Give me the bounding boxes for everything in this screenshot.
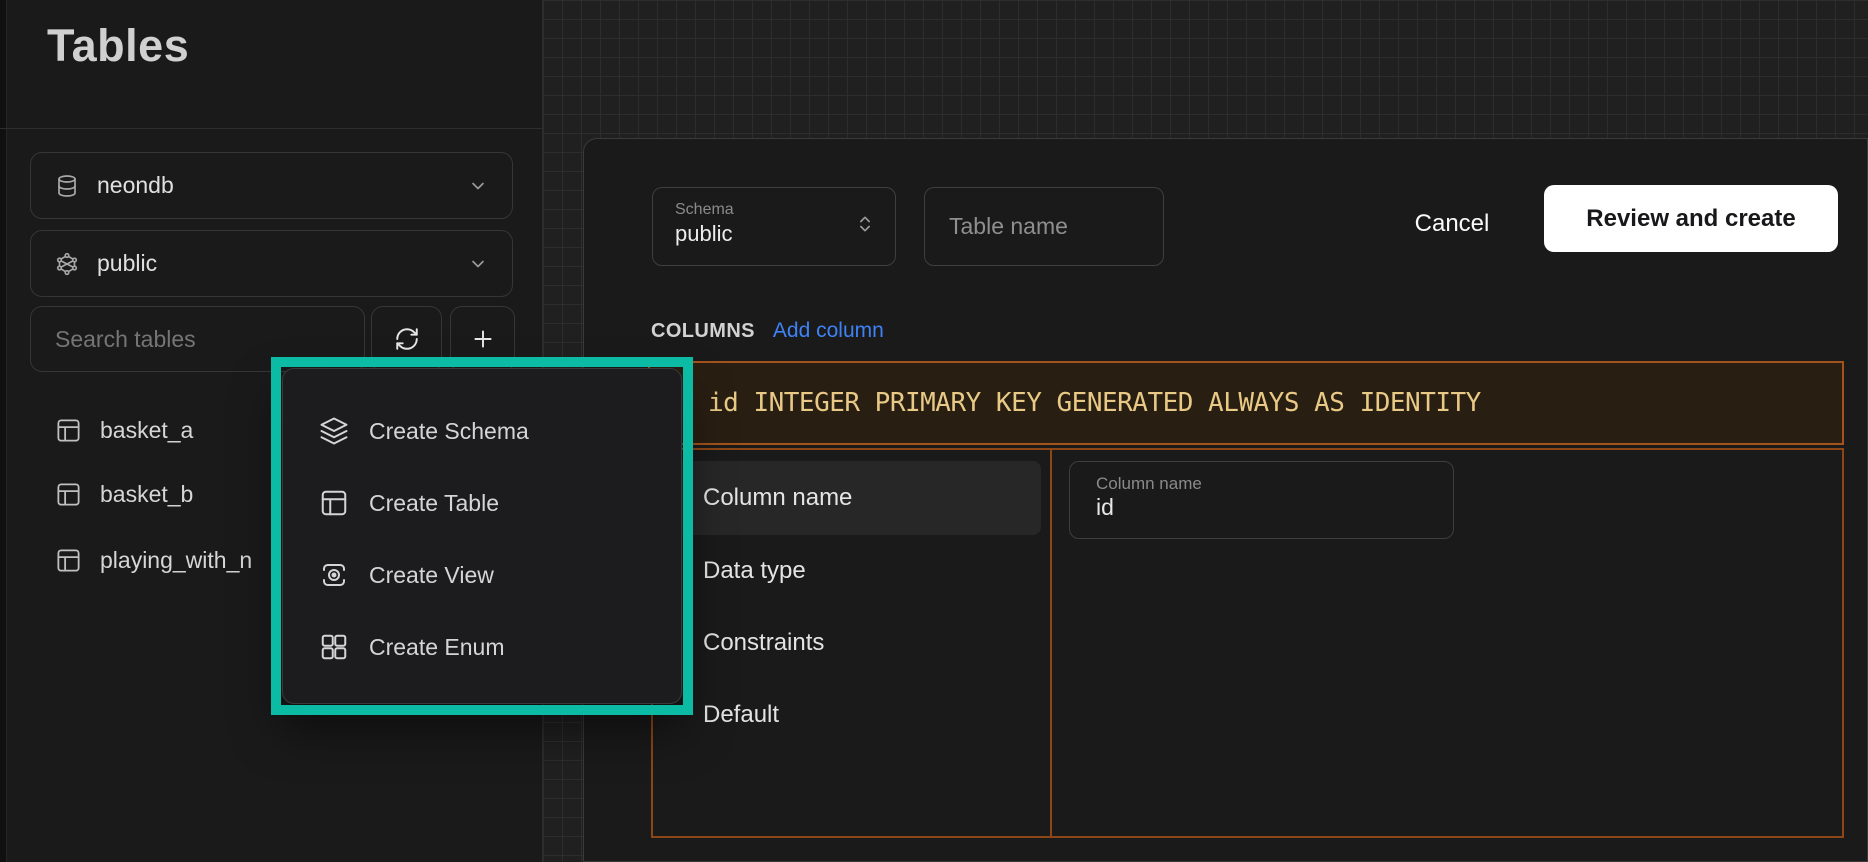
- menu-item-create-table[interactable]: Create Table: [283, 467, 681, 539]
- window-edge: [0, 0, 7, 862]
- menu-item-label: Create View: [369, 562, 494, 589]
- menu-item-create-view[interactable]: Create View: [283, 539, 681, 611]
- sidebar-divider: [0, 128, 543, 129]
- schema-field-label: Schema: [675, 200, 873, 220]
- column-editor: Column name Data type Constraints Defaul…: [651, 448, 1844, 838]
- grid-icon: [319, 632, 349, 662]
- create-menu: Create Schema Create Table Create View: [282, 368, 682, 704]
- column-editor-tabs: Column name Data type Constraints Defaul…: [653, 450, 1052, 836]
- schema-field-value: public: [675, 220, 873, 248]
- table-icon: [55, 417, 82, 444]
- chevron-down-icon: [468, 176, 488, 196]
- add-column-link[interactable]: Add column: [773, 319, 884, 343]
- menu-item-label: Create Table: [369, 490, 499, 517]
- tab-data-type[interactable]: Data type: [653, 535, 1041, 607]
- table-icon: [55, 547, 82, 574]
- app-window: Tables neondb: [0, 0, 1868, 862]
- tab-column-name[interactable]: Column name: [663, 461, 1041, 535]
- database-select[interactable]: neondb: [30, 152, 513, 219]
- layers-icon: [319, 416, 349, 446]
- menu-item-label: Create Schema: [369, 418, 529, 445]
- editor-schema-select[interactable]: Schema public: [652, 187, 896, 266]
- table-name-input[interactable]: [924, 187, 1164, 266]
- column-name-field[interactable]: Column name: [1069, 461, 1454, 539]
- cancel-button[interactable]: Cancel: [1392, 195, 1512, 253]
- table-icon: [319, 488, 349, 518]
- review-and-create-button[interactable]: Review and create: [1544, 185, 1838, 252]
- chevron-down-icon: [468, 254, 488, 274]
- table-name: playing_with_n: [100, 547, 252, 574]
- columns-section-label: COLUMNS: [651, 320, 755, 343]
- search-tables-input[interactable]: [30, 306, 365, 372]
- create-table-panel: Schema public Cancel Review and create C…: [583, 138, 1868, 862]
- column-editor-content: Column name: [1054, 450, 1842, 836]
- schema-graph-icon: [55, 252, 79, 276]
- schema-select[interactable]: public: [30, 230, 513, 297]
- menu-item-create-schema[interactable]: Create Schema: [283, 395, 681, 467]
- create-object-button[interactable]: [450, 306, 515, 372]
- page-title: Tables: [47, 20, 189, 72]
- refresh-tables-button[interactable]: [371, 306, 442, 372]
- plus-icon: [470, 326, 496, 352]
- column-name-input[interactable]: [1096, 494, 1427, 521]
- schema-select-value: public: [97, 250, 157, 277]
- refresh-icon: [394, 326, 420, 352]
- database-icon: [55, 174, 79, 198]
- view-eye-icon: [319, 560, 349, 590]
- column-name-field-label: Column name: [1096, 474, 1427, 494]
- column-definition-row[interactable]: id INTEGER PRIMARY KEY GENERATED ALWAYS …: [648, 361, 1844, 445]
- table-name: basket_b: [100, 481, 193, 508]
- menu-item-label: Create Enum: [369, 634, 505, 661]
- table-name: basket_a: [100, 417, 193, 444]
- tab-constraints[interactable]: Constraints: [653, 607, 1041, 679]
- database-select-value: neondb: [97, 172, 174, 199]
- table-icon: [55, 481, 82, 508]
- menu-item-create-enum[interactable]: Create Enum: [283, 611, 681, 683]
- column-definition-sql: id INTEGER PRIMARY KEY GENERATED ALWAYS …: [708, 388, 1481, 418]
- chevrons-up-down-icon: [855, 214, 875, 234]
- columns-header-row: COLUMNS Add column: [651, 319, 884, 343]
- tab-default[interactable]: Default: [653, 679, 1041, 751]
